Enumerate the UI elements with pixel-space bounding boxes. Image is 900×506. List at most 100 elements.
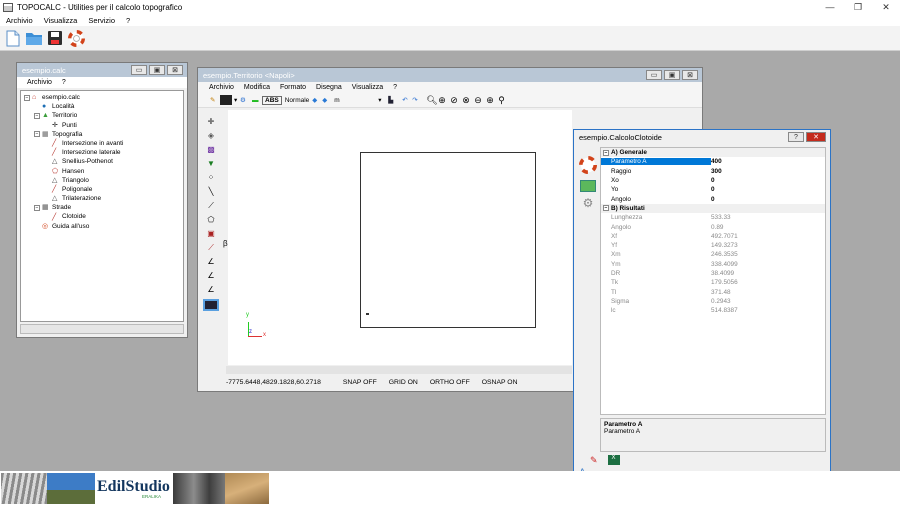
property-row[interactable]: lc 514.8387 <box>601 306 825 315</box>
pencil-icon[interactable]: ✎ <box>210 96 220 104</box>
settings-icon[interactable]: ⚙ <box>583 196 594 210</box>
drawing-canvas[interactable]: y z x <box>228 110 572 365</box>
clotoide-help-button[interactable]: ? <box>788 132 804 142</box>
zoom-window-icon[interactable]: 🔍︎ <box>426 95 438 106</box>
territorio-menu-formato[interactable]: Formato <box>280 84 306 91</box>
territorio-max-button[interactable]: ▣ <box>664 70 680 80</box>
tree-item[interactable]: ╱ Clotoide <box>24 212 180 221</box>
tree-item[interactable]: − ⌂ esempio.calc <box>24 93 180 102</box>
polygon-tool-icon[interactable]: ⬠ <box>208 215 215 229</box>
explorer-max-button[interactable]: ▣ <box>149 65 165 75</box>
property-value[interactable]: 0 <box>711 177 715 184</box>
explorer-menu-help[interactable]: ? <box>62 79 66 86</box>
ortho-status[interactable]: ORTHO OFF <box>430 379 470 386</box>
property-row[interactable]: Angolo 0 <box>601 194 825 203</box>
help-button[interactable] <box>67 29 85 47</box>
measure-icon[interactable]: ▙ <box>388 96 402 104</box>
color-tool-icon[interactable]: ▩ <box>207 145 215 159</box>
new-file-button[interactable] <box>4 29 22 47</box>
line-tool-icon[interactable]: ╲ <box>209 187 214 201</box>
zoom-all-icon[interactable]: ⊗ <box>462 95 474 106</box>
property-value[interactable]: 300 <box>711 168 722 175</box>
territorio-min-button[interactable]: ▭ <box>646 70 662 80</box>
unit-select[interactable]: m <box>334 97 378 104</box>
property-row[interactable]: Angolo 0.89 <box>601 222 825 231</box>
zoom-realtime-icon[interactable]: ⚲ <box>498 95 510 106</box>
clotoide-close-button[interactable]: ✕ <box>806 132 826 142</box>
explorer-close-button[interactable]: ⊠ <box>167 65 183 75</box>
tree-expander-icon[interactable]: − <box>34 204 40 211</box>
open-folder-button[interactable] <box>25 29 43 47</box>
property-row[interactable]: Xm 246.3535 <box>601 250 825 259</box>
territorio-close-button[interactable]: ⊠ <box>682 70 698 80</box>
territorio-menu-visualizza[interactable]: Visualizza <box>352 84 383 91</box>
section-expander-icon[interactable]: − <box>603 149 609 156</box>
arc-tool-icon[interactable]: ⟋ <box>208 243 214 257</box>
lifebuoy-icon[interactable] <box>579 156 597 174</box>
fill-tool-icon[interactable]: ◈ <box>208 131 214 145</box>
maximize-button[interactable]: ❐ <box>844 0 872 14</box>
property-row[interactable]: Lunghezza 533.33 <box>601 213 825 222</box>
property-value[interactable]: 0 <box>711 186 715 193</box>
tree-item[interactable]: △ Snellius-Pothenot <box>24 157 180 166</box>
angle-tool-icon[interactable]: ∠ <box>207 257 214 271</box>
excel-export-icon[interactable]: X <box>607 455 620 465</box>
menu-servizio[interactable]: Servizio <box>88 16 115 25</box>
zoom-previous-icon[interactable]: ⊘ <box>450 95 462 106</box>
tree-item[interactable]: ╱ Intersezione laterale <box>24 148 180 157</box>
section-generale[interactable]: − A) Generale <box>601 148 825 158</box>
download-tool-icon[interactable]: ▼ <box>207 159 215 173</box>
property-value[interactable]: 400 <box>711 158 722 165</box>
angle-tool-2-icon[interactable]: ∠ <box>207 271 214 285</box>
property-row[interactable]: Tl 371.48 <box>601 287 825 296</box>
property-row[interactable]: Yf 149.3273 <box>601 241 825 250</box>
territorio-menu-archivio[interactable]: Archivio <box>209 84 234 91</box>
section-risultati[interactable]: − B) Risultati <box>601 203 825 214</box>
abs-button[interactable]: ABS <box>262 95 282 105</box>
unit-dropdown-icon[interactable]: ▾ <box>378 96 388 104</box>
zoom-in-icon[interactable]: ⊕ <box>486 95 498 106</box>
undo-icon[interactable]: ↶ <box>402 96 412 104</box>
dots-tool-icon[interactable]: ⁘ <box>208 173 215 187</box>
minimize-button[interactable]: — <box>816 0 844 14</box>
tree-item[interactable]: ╱ Intersezione in avanti <box>24 139 180 148</box>
edit-icon[interactable]: ✎ <box>590 455 598 466</box>
property-row[interactable]: Tk 179.5056 <box>601 278 825 287</box>
menu-help[interactable]: ? <box>126 16 130 25</box>
diamond-icon[interactable]: ◆ <box>312 96 322 104</box>
tree-item[interactable]: ✛ Punti <box>24 121 180 130</box>
menu-archivio[interactable]: Archivio <box>6 16 33 25</box>
point-tool-icon[interactable]: ✛ <box>208 117 215 131</box>
line-style-select[interactable]: Normale <box>285 97 310 104</box>
property-row[interactable]: DR 38.4099 <box>601 269 825 278</box>
grid-status[interactable]: GRID ON <box>389 379 418 386</box>
tree-item[interactable]: ◎ Guida all'uso <box>24 222 180 231</box>
close-button[interactable]: ✕ <box>872 0 900 14</box>
section-expander-icon[interactable]: − <box>603 205 609 212</box>
angle-tool-3-icon[interactable]: ∠ <box>207 285 214 299</box>
tree-expander-icon[interactable]: − <box>24 94 30 101</box>
redo-icon[interactable]: ↷ <box>412 96 426 104</box>
menu-visualizza[interactable]: Visualizza <box>44 16 78 25</box>
zoom-extents-icon[interactable]: ⊕ <box>438 95 450 106</box>
tree-item[interactable]: △ Triangolo <box>24 176 180 185</box>
layer-tool-icon[interactable] <box>203 299 219 311</box>
territorio-menu-help[interactable]: ? <box>393 84 397 91</box>
property-row[interactable]: Raggio 300 <box>601 167 825 176</box>
tree-expander-icon[interactable]: − <box>34 131 40 138</box>
territorio-menu-modifica[interactable]: Modifica <box>244 84 270 91</box>
snap-magnet-icon[interactable]: ⚙ <box>240 96 252 104</box>
snap-status[interactable]: SNAP OFF <box>343 379 377 386</box>
property-row[interactable]: Parametro A 400 <box>601 157 825 166</box>
tree-item[interactable]: − ▦ Strade <box>24 203 180 212</box>
layer-color-icon[interactable] <box>220 95 232 105</box>
property-row[interactable]: Yo 0 <box>601 185 825 194</box>
polyline-tool-icon[interactable]: ⟋ <box>208 201 214 215</box>
layer-icon[interactable]: ▬ <box>252 97 262 104</box>
rect-tool-icon[interactable]: ▣ <box>207 229 215 243</box>
tree-item[interactable]: − ▲ Territorio <box>24 111 180 120</box>
zoom-out-icon[interactable]: ⊖ <box>474 95 486 106</box>
explorer-min-button[interactable]: ▭ <box>131 65 147 75</box>
tree-item[interactable]: − ▦ Topografia <box>24 130 180 139</box>
explorer-menu-archivio[interactable]: Archivio <box>27 79 52 86</box>
